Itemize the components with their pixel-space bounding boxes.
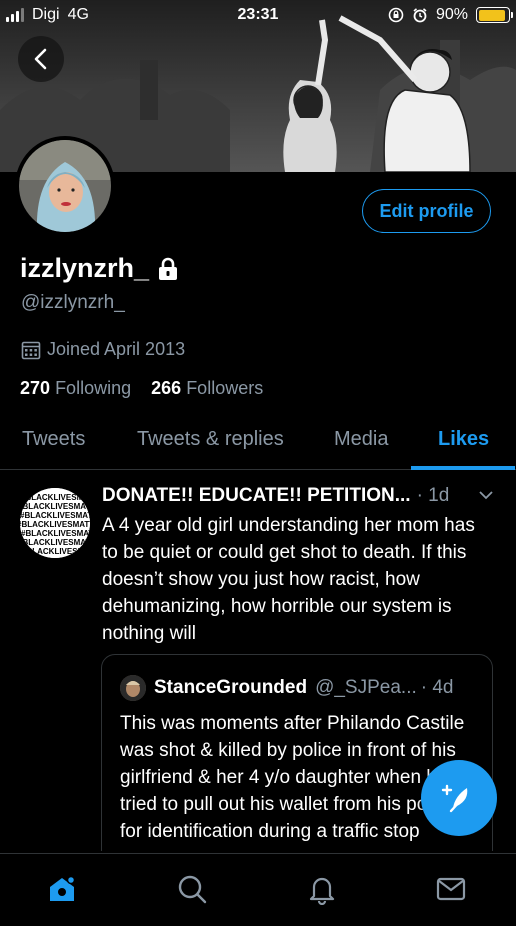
battery-icon (476, 7, 513, 23)
back-arrow-icon (34, 48, 47, 70)
blm-avatar-graphic: #BLACKLIVESMATTER #BLACKLIVESMATTER #BLA… (20, 488, 90, 558)
following-label: Following (55, 378, 132, 398)
avatar-wrapper[interactable] (15, 136, 115, 236)
search-icon (178, 875, 207, 904)
quoted-tweet-time: · 4d (420, 677, 454, 698)
quoted-author-avatar (120, 675, 146, 701)
tab-media[interactable]: Media (334, 428, 388, 451)
status-right: 90% (388, 6, 513, 24)
profile-tabs: Tweets Tweets & replies Media Likes (0, 416, 516, 470)
quoted-author-handle: @_SJPea... (315, 677, 417, 698)
avatar-text-line: #BLACKLIVESMATTER (20, 511, 90, 520)
back-button[interactable] (18, 36, 64, 82)
compose-tweet-icon (441, 784, 468, 813)
follow-counts: 270 Following 266 Followers (20, 378, 263, 399)
nav-search[interactable] (175, 872, 209, 906)
following-count: 270 (20, 378, 51, 398)
nav-notifications[interactable] (305, 872, 339, 906)
tab-tweets[interactable]: Tweets (22, 428, 85, 451)
quoted-author-name: StanceGrounded (154, 677, 308, 698)
tweet-author-name[interactable]: DONATE!! EDUCATE!! PETITION... (102, 485, 411, 507)
tweet-time: · 1d (416, 485, 450, 506)
quoted-avatar-graphic (120, 675, 146, 701)
chevron-down-icon[interactable] (478, 487, 494, 503)
tab-likes[interactable]: Likes (438, 428, 489, 451)
joined-date: Joined April 2013 (21, 339, 185, 360)
orientation-lock-icon (388, 7, 404, 23)
nav-home[interactable] (45, 872, 79, 906)
tweet-body: A 4 year old girl understanding her mom … (102, 515, 475, 644)
avatar (19, 140, 111, 232)
followers-label: Followers (186, 378, 264, 398)
compose-tweet-button[interactable] (421, 760, 497, 836)
followers-count: 266 (151, 378, 182, 398)
calendar-icon (21, 341, 41, 359)
display-name-row: izzlynzrh_ (20, 253, 179, 284)
lock-icon (159, 257, 178, 280)
profile-handle: @izzlynzrh_ (21, 292, 125, 313)
joined-label: Joined April 2013 (47, 339, 186, 359)
avatar-text-line: #BLACKLIVESMATTER (20, 520, 90, 529)
tab-tweets-replies[interactable]: Tweets & replies (137, 428, 284, 451)
followers-link[interactable]: 266 Followers (151, 378, 263, 398)
nav-messages[interactable] (434, 872, 468, 906)
avatar-text-line: #BLACKLIVESMATTER (22, 547, 90, 556)
alarm-icon (413, 8, 427, 23)
home-icon (50, 875, 76, 901)
avatar-text-line: #BLACKLIVESMATTER (20, 502, 90, 511)
edit-profile-button[interactable]: Edit profile (362, 189, 491, 233)
quoted-tweet-header: StanceGrounded @_SJPea... · 4d (120, 675, 454, 701)
tweet-author-avatar[interactable]: #BLACKLIVESMATTER #BLACKLIVESMATTER #BLA… (20, 488, 90, 558)
avatar-text-line: #BLACKLIVESMATTER (21, 529, 90, 538)
status-bar: Digi 4G 23:31 90% (0, 0, 516, 32)
display-name: izzlynzrh_ (20, 253, 150, 283)
avatar-text-line: #BLACKLIVESMATTER (21, 493, 90, 502)
battery-percent: 90% (435, 6, 468, 23)
messages-icon (436, 877, 466, 901)
tweet-header: DONATE!! EDUCATE!! PETITION... · 1d (102, 485, 502, 507)
avatar-photo (19, 140, 111, 232)
following-link[interactable]: 270 Following (20, 378, 131, 398)
active-tab-indicator (411, 466, 515, 470)
notifications-icon (309, 877, 335, 905)
bottom-navigation (0, 853, 516, 926)
avatar-text-line: #BLACKLIVESMATTER (20, 538, 90, 547)
